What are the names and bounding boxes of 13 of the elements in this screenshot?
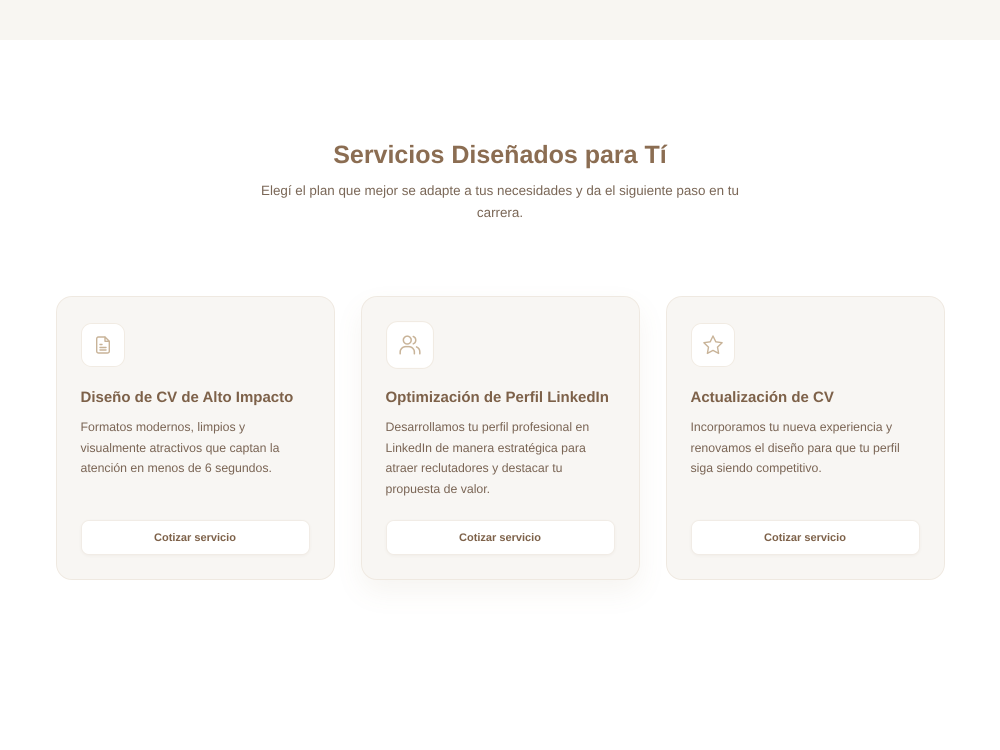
card-title: Optimización de Perfil LinkedIn [386,388,610,408]
quote-button[interactable]: Cotizar servicio [386,520,614,555]
section-subtitle: Elegí el plan que mejor se adapte a tus necesidades y da el siguiente paso en tu carrera. [260,182,740,222]
card-description: Desarrollamos tu perfil profesional en LinkedIn de manera estratégica para atraer reclutadores y destacar tu propuesta de valor. [386,419,590,498]
card-title: Actualización de CV [690,388,835,408]
section-title: Servicios Diseñados para Tí [333,140,667,170]
document-icon [80,323,124,367]
quote-button[interactable]: Cotizar servicio [80,520,310,555]
card-description: Incorporamos tu nueva experiencia y renovamos el diseño para que tu perfil siga siendo competitivo. [690,419,901,477]
users-icon [386,321,434,369]
quote-button[interactable]: Cotizar servicio [690,520,920,555]
card-title: Diseño de CV de Alto Impacto [80,388,294,408]
card-description: Formatos modernos, limpios y visualmente atractivos que captan la atención en menos de 6 segundos. [80,419,280,477]
